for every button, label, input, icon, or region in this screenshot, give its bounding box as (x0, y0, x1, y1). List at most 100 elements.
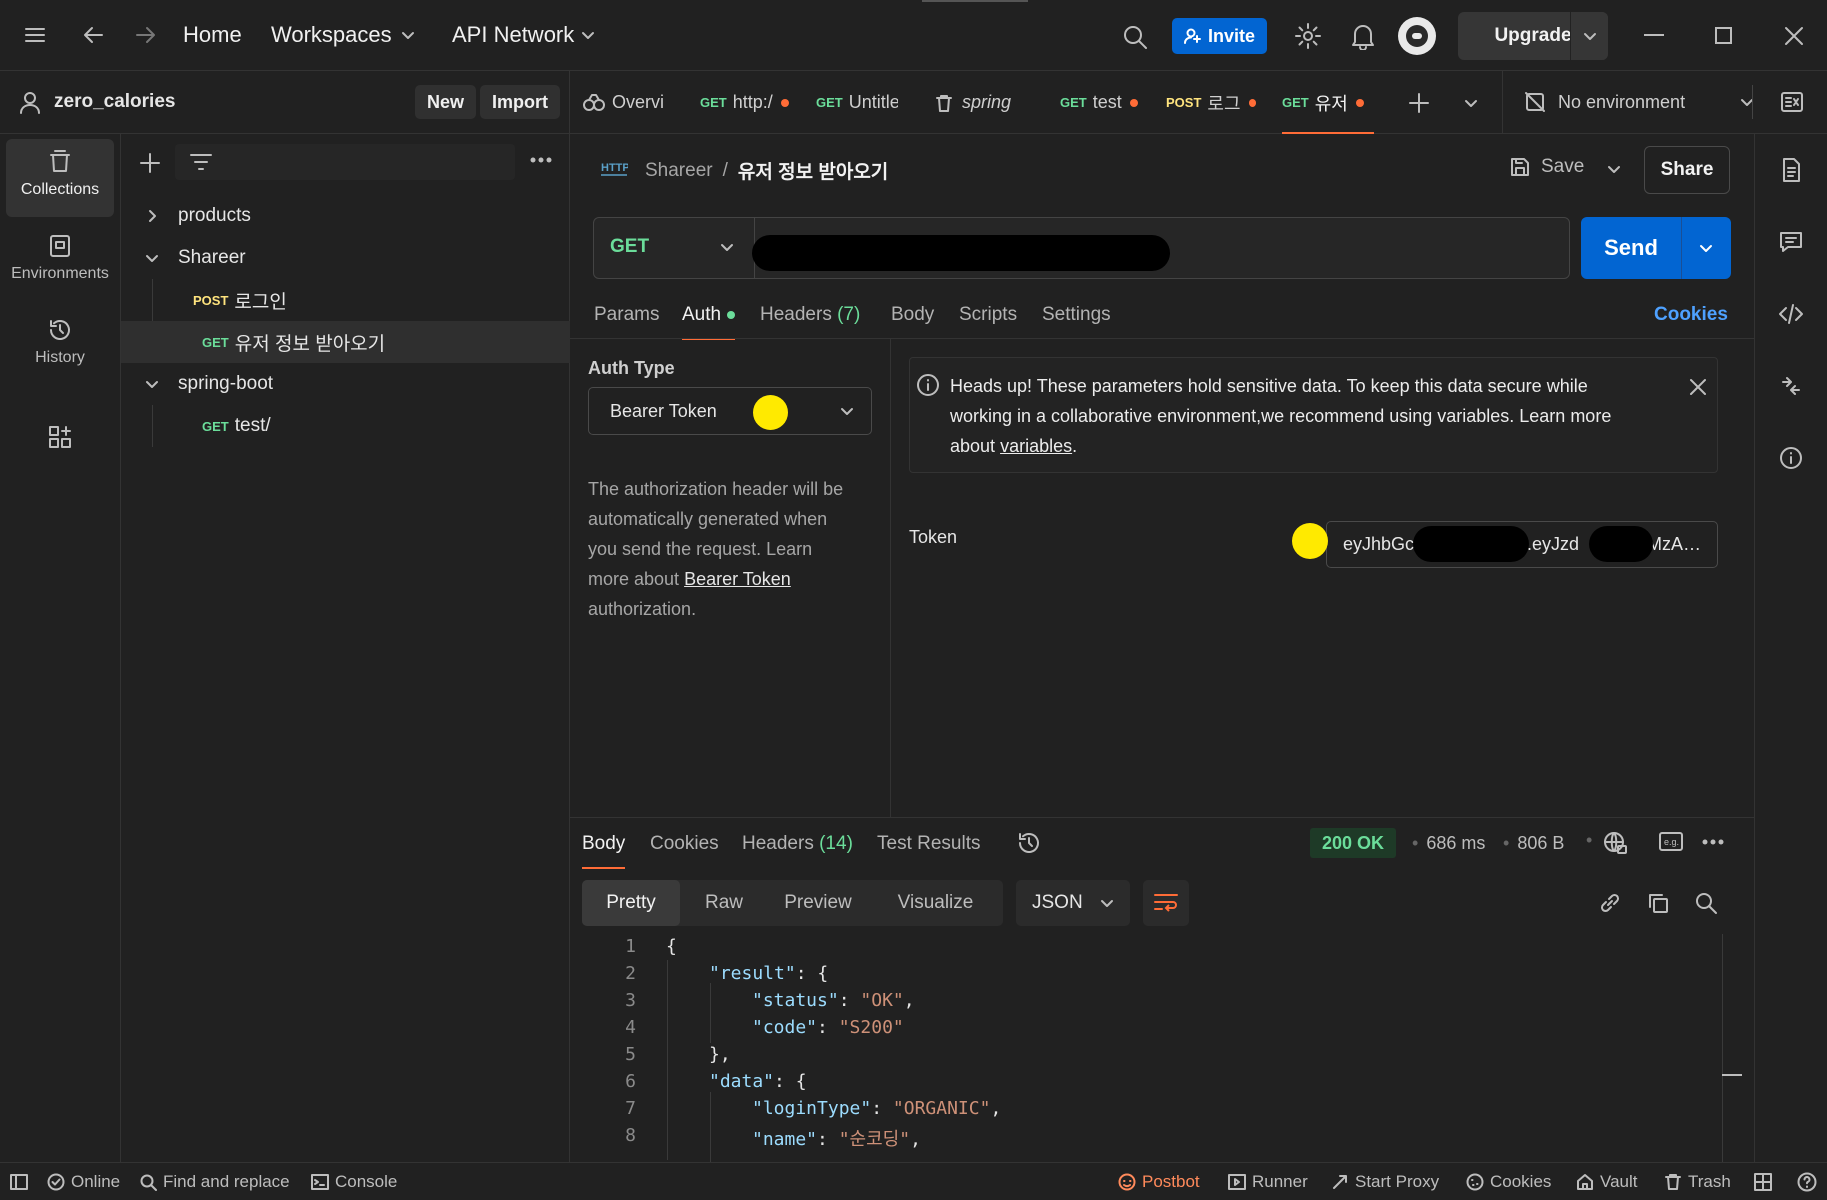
variables-link[interactable]: variables (1000, 436, 1072, 456)
view-preview[interactable]: Preview (768, 892, 868, 914)
help-icon[interactable] (1797, 1172, 1817, 1192)
sidebar-item-collections[interactable]: Collections (6, 139, 114, 217)
response-size[interactable]: • 806 B (1503, 833, 1564, 854)
start-proxy-button[interactable]: Start Proxy (1331, 1172, 1439, 1192)
avatar[interactable] (1398, 17, 1436, 55)
save-button[interactable]: Save (1509, 156, 1584, 178)
bearer-token-link[interactable]: Bearer Token (684, 569, 791, 589)
environment-selector[interactable]: No environment (1524, 91, 1755, 113)
tab-overview[interactable]: Overvi (582, 71, 682, 134)
breadcrumb-parent[interactable]: Shareer (645, 160, 713, 182)
response-history-icon[interactable] (1016, 830, 1042, 856)
cookies-button[interactable]: Cookies (1466, 1172, 1551, 1192)
online-status[interactable]: Online (47, 1172, 120, 1192)
find-and-replace[interactable]: Find and replace (139, 1172, 290, 1192)
token-input[interactable]: eyJhbGc .eyJzd MzA… (1326, 521, 1718, 568)
api-network-menu[interactable]: API Network (452, 22, 596, 48)
forward-arrow-icon[interactable] (135, 24, 157, 46)
menu-icon[interactable] (24, 24, 46, 46)
response-tab-test-results[interactable]: Test Results (877, 833, 980, 855)
page-title[interactable]: 유저 정보 받아오기 (738, 157, 888, 184)
tab-request[interactable]: GET test (1060, 71, 1150, 134)
related-collections-icon[interactable] (1778, 373, 1804, 399)
tab-request[interactable]: GET http:/ (700, 71, 790, 134)
invite-button[interactable]: Invite (1172, 18, 1268, 54)
add-collection-plus-icon[interactable] (139, 152, 161, 174)
cookies-link[interactable]: Cookies (1654, 304, 1728, 326)
link-icon[interactable] (1598, 891, 1622, 915)
drag-handle[interactable] (922, 0, 1028, 2)
notification-bell-icon[interactable] (1350, 22, 1376, 50)
home-link[interactable]: Home (183, 22, 242, 48)
back-arrow-icon[interactable] (82, 24, 104, 46)
save-example-icon[interactable]: e.g. (1659, 831, 1685, 853)
collection-search-input[interactable] (175, 144, 515, 180)
comments-icon[interactable] (1778, 229, 1804, 255)
workspace-name[interactable]: zero_calories (54, 91, 175, 113)
tab-request-active[interactable]: GET 유저 (1282, 71, 1377, 134)
sidebar-item-environments[interactable]: Environments (6, 223, 114, 301)
tree-request-user-info[interactable]: GET 유저 정보 받아오기 (121, 321, 570, 363)
settings-gear-icon[interactable] (1294, 22, 1322, 50)
tab-request[interactable]: POST 로그 (1166, 71, 1256, 134)
postbot-button[interactable]: Postbot (1118, 1172, 1200, 1192)
wrap-lines-button[interactable] (1143, 880, 1189, 926)
maximize-icon[interactable] (1715, 27, 1732, 44)
workspaces-menu[interactable]: Workspaces (271, 22, 416, 48)
response-tab-cookies[interactable]: Cookies (650, 833, 719, 855)
network-globe-icon[interactable] (1602, 830, 1628, 856)
tab-scripts[interactable]: Scripts (959, 304, 1017, 326)
copy-icon[interactable] (1646, 891, 1670, 915)
trash-button[interactable]: Trash (1664, 1172, 1731, 1192)
search-icon[interactable] (1694, 891, 1718, 915)
response-tab-headers[interactable]: Headers (14) (742, 833, 853, 855)
response-more-options-icon[interactable] (1701, 838, 1725, 846)
toggle-sidebar-icon[interactable] (10, 1174, 28, 1190)
import-button[interactable]: Import (480, 85, 560, 119)
response-tab-body[interactable]: Body (582, 833, 626, 869)
tree-request-test[interactable]: GET test/ (121, 405, 570, 447)
close-notice-icon[interactable] (1689, 378, 1707, 396)
close-window-icon[interactable] (1783, 25, 1805, 47)
view-pretty[interactable]: Pretty (582, 880, 680, 926)
method-select[interactable]: GET (610, 236, 735, 258)
sidebar-item-history[interactable]: History (6, 307, 114, 385)
runner-button[interactable]: Runner (1228, 1172, 1308, 1192)
upgrade-dropdown[interactable] (1570, 12, 1608, 60)
tab-headers[interactable]: Headers (7) (760, 304, 860, 326)
info-circle-icon[interactable] (1778, 445, 1804, 471)
tree-folder-products[interactable]: products (121, 195, 570, 237)
documentation-icon[interactable] (1778, 157, 1804, 183)
tab-settings[interactable]: Settings (1042, 304, 1111, 326)
environment-quicklook-icon[interactable] (1780, 91, 1804, 113)
response-time[interactable]: • 686 ms (1412, 833, 1485, 854)
console-button[interactable]: Console (311, 1172, 397, 1192)
search-icon[interactable] (1122, 24, 1148, 50)
tabs-overflow-chevron-icon[interactable] (1463, 95, 1479, 111)
tree-folder-shareer[interactable]: Shareer (121, 237, 570, 279)
tab-params[interactable]: Params (594, 304, 659, 326)
more-options-icon[interactable] (529, 156, 553, 164)
auth-type-select[interactable]: Bearer Token (588, 387, 872, 435)
tree-request-login[interactable]: POST 로그인 (121, 279, 570, 321)
tab-body[interactable]: Body (891, 304, 934, 326)
tab-request[interactable]: GET Untitle (816, 71, 898, 134)
share-button[interactable]: Share (1644, 146, 1730, 194)
save-dropdown-chevron-icon[interactable] (1606, 161, 1622, 177)
send-button[interactable]: Send (1581, 217, 1731, 279)
view-raw[interactable]: Raw (680, 892, 768, 914)
view-visualize[interactable]: Visualize (868, 892, 1003, 914)
minimize-icon[interactable] (1644, 34, 1664, 36)
apps-grid-icon[interactable] (47, 424, 73, 450)
vault-button[interactable]: Vault (1576, 1172, 1638, 1192)
tab-spring[interactable]: spring (934, 71, 1024, 134)
scrollbar-track[interactable] (1722, 934, 1723, 1162)
tab-auth[interactable]: Auth (682, 304, 736, 340)
format-select[interactable]: JSON (1016, 880, 1130, 926)
new-button[interactable]: New (415, 85, 477, 119)
new-tab-plus-icon[interactable] (1408, 92, 1430, 114)
tree-folder-spring-boot[interactable]: spring-boot (121, 363, 570, 405)
scrollbar-thumb[interactable] (1722, 1074, 1742, 1076)
status-badge[interactable]: 200 OK (1310, 828, 1397, 858)
code-icon[interactable] (1778, 301, 1804, 327)
